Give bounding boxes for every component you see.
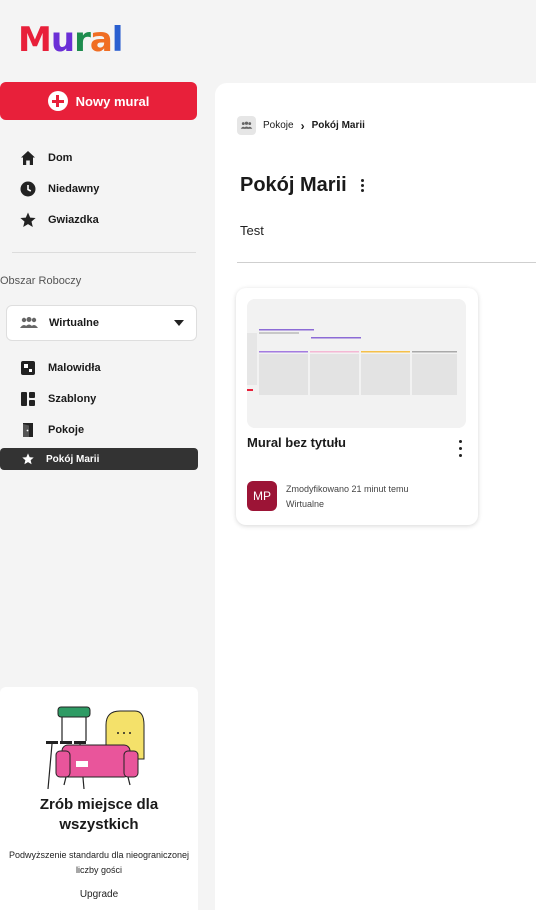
- upgrade-link[interactable]: Upgrade: [0, 889, 198, 900]
- nav-label: Pokoje: [48, 423, 85, 436]
- nav-item-starred[interactable]: Gwiazdka: [0, 204, 200, 235]
- mural-card[interactable]: Mural bez tytułu MP Zmodyfikowano 21 min…: [236, 288, 478, 525]
- nav-item-recent[interactable]: Niedawny: [0, 173, 200, 204]
- new-mural-label: Nowy mural: [75, 93, 150, 109]
- mural-icon: [21, 360, 35, 375]
- nav-label: Malowidła: [48, 361, 101, 374]
- main-nav: Dom Niedawny Gwiazdka: [0, 142, 200, 235]
- main-panel: Pokoje › Pokój Marii Pokój Marii Test Mu…: [215, 83, 536, 910]
- workspace-selector[interactable]: Wirtualne: [6, 305, 197, 341]
- chevron-down-icon: [174, 320, 184, 326]
- room-description: Test: [240, 223, 264, 238]
- chevron-right-icon: ›: [300, 118, 305, 133]
- mural-preview-image: [247, 299, 466, 428]
- sidebar-divider: [12, 252, 196, 253]
- nav-item-murals[interactable]: Malowidła: [0, 352, 200, 383]
- breadcrumb-parent[interactable]: Pokoje: [263, 120, 294, 131]
- nav-label: Niedawny: [48, 182, 100, 195]
- mural-title[interactable]: Mural bez tytułu: [247, 435, 346, 450]
- modified-time: Zmodyfikowano 21 minut temu: [286, 484, 409, 494]
- nav-label: Pokój Marii: [46, 453, 100, 465]
- breadcrumb: Pokoje › Pokój Marii: [237, 116, 365, 135]
- sidebar: Nowy mural Dom Niedawny Gwiazdka Obszar …: [0, 80, 200, 910]
- nav-item-home[interactable]: Dom: [0, 142, 200, 173]
- logo-letter: r: [74, 20, 91, 60]
- clock-icon: [20, 181, 36, 196]
- mural-logo[interactable]: M u r a l: [18, 20, 124, 60]
- door-icon: [23, 422, 33, 437]
- people-icon: [237, 116, 256, 135]
- logo-letter: M: [18, 20, 52, 60]
- nav-label: Szablony: [48, 392, 97, 405]
- people-icon: [20, 317, 38, 328]
- page-title: Pokój Marii: [240, 174, 364, 197]
- promo-text: Podwyższenie standardu dla nieograniczon…: [8, 850, 190, 875]
- active-room-nav: Pokój Marii: [0, 448, 200, 470]
- nav-label: Gwiazdka: [48, 213, 99, 226]
- mural-thumbnail[interactable]: [247, 299, 466, 428]
- breadcrumb-current: Pokój Marii: [311, 120, 365, 131]
- star-icon: [20, 212, 36, 227]
- room-title: Pokój Marii: [240, 174, 347, 196]
- workspace-section-label: Obszar Roboczy: [0, 275, 82, 287]
- logo-letter: u: [50, 20, 75, 60]
- content-divider: [237, 262, 536, 263]
- templates-icon: [21, 391, 35, 406]
- nav-item-rooms[interactable]: Pokoje: [0, 414, 200, 445]
- logo-letter: l: [111, 20, 124, 60]
- workspace-nav: Malowidła Szablony Pokoje: [0, 352, 200, 445]
- nav-item-templates[interactable]: Szablony: [0, 383, 200, 414]
- home-icon: [21, 150, 35, 165]
- logo-letter: a: [89, 20, 113, 60]
- upgrade-promo: Zrób miejsce dla wszystkich Podwyższenie…: [0, 687, 198, 910]
- card-more-icon[interactable]: [459, 440, 462, 459]
- more-options-icon[interactable]: [360, 179, 364, 192]
- promo-title: Zrób miejsce dla wszystkich: [39, 796, 159, 833]
- workspace-name: Wirtualne: [49, 317, 100, 329]
- furniture-illustration: [46, 706, 145, 790]
- star-icon: [22, 453, 34, 465]
- plus-icon: [47, 91, 68, 111]
- new-mural-button[interactable]: Nowy mural: [0, 82, 197, 120]
- nav-item-room-maria[interactable]: Pokój Marii: [0, 448, 198, 470]
- nav-label: Dom: [48, 151, 73, 164]
- workspace-label: Wirtualne: [286, 499, 325, 509]
- avatar: MP: [247, 481, 277, 511]
